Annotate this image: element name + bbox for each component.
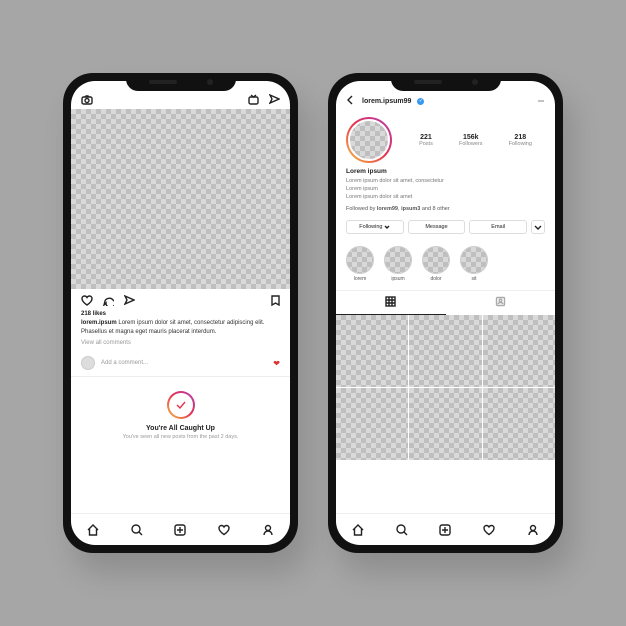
highlight-item[interactable]: ipsum <box>384 246 412 282</box>
profile-icon[interactable] <box>262 524 274 536</box>
phone-feed: 218 likes lorem.ipsum Lorem ipsum dolor … <box>63 73 298 553</box>
email-button[interactable]: Email <box>469 220 527 234</box>
bio-line: Lorem ipsum dolor sit amet <box>346 193 545 201</box>
following-button[interactable]: Following <box>346 220 404 234</box>
message-button[interactable]: Message <box>408 220 466 234</box>
phone-notch <box>126 73 236 91</box>
post-actions <box>71 289 290 308</box>
camera-icon[interactable] <box>81 95 93 105</box>
stat-following[interactable]: 218 Following <box>509 134 532 147</box>
activity-icon[interactable] <box>218 524 230 536</box>
add-post-icon[interactable] <box>174 524 186 536</box>
activity-icon[interactable] <box>483 524 495 536</box>
posts-grid <box>336 315 555 461</box>
verified-badge-icon <box>417 98 424 105</box>
profile-icon[interactable] <box>527 524 539 536</box>
add-comment-row[interactable]: Add a comment... ❤ <box>71 350 290 376</box>
suggest-button[interactable] <box>531 220 545 234</box>
more-icon[interactable]: ⋯ <box>538 98 545 105</box>
phone-notch <box>391 73 501 91</box>
grid-post[interactable] <box>336 388 408 460</box>
feed-screen: 218 likes lorem.ipsum Lorem ipsum dolor … <box>71 81 290 545</box>
phone-profile: lorem.ipsum99 ⋯ 221 Posts 156k Followers… <box>328 73 563 553</box>
caught-up-subtitle: You've seen all new posts from the past … <box>81 434 280 440</box>
bio-line: Lorem ipsum dolor sit amet, consectetur <box>346 177 545 185</box>
quick-heart-icon[interactable]: ❤ <box>273 359 280 368</box>
stat-followers[interactable]: 156k Followers <box>459 134 483 147</box>
bio-line: Lorem ipsum <box>346 185 545 193</box>
grid-post[interactable] <box>409 388 481 460</box>
post-body: 218 likes lorem.ipsum Lorem ipsum dolor … <box>71 308 290 350</box>
profile-header: 221 Posts 156k Followers 218 Following <box>336 109 555 167</box>
profile-tabs <box>336 290 555 315</box>
followed-by[interactable]: Followed by lorem99, ipsum3 and 8 other <box>336 202 555 216</box>
comment-avatar <box>81 356 95 370</box>
caught-up-check-icon <box>167 391 195 419</box>
send-icon[interactable] <box>269 94 280 105</box>
search-icon[interactable] <box>131 524 143 536</box>
grid-post[interactable] <box>409 315 481 387</box>
caught-up-title: You're All Caught Up <box>81 425 280 432</box>
stat-posts[interactable]: 221 Posts <box>419 134 433 147</box>
profile-username[interactable]: lorem.ipsum99 <box>362 98 411 105</box>
bottom-nav <box>336 513 555 545</box>
profile-bio: Lorem ipsum Lorem ipsum dolor sit amet, … <box>336 167 555 202</box>
add-comment-placeholder: Add a comment... <box>101 360 148 366</box>
profile-buttons: Following Message Email <box>336 216 555 238</box>
profile-avatar[interactable] <box>346 117 392 163</box>
bottom-nav <box>71 513 290 545</box>
add-post-icon[interactable] <box>439 524 451 536</box>
bio-name: Lorem ipsum <box>346 167 545 177</box>
highlight-item[interactable]: sit <box>460 246 488 282</box>
home-icon[interactable] <box>87 524 99 536</box>
tv-icon[interactable] <box>248 94 259 105</box>
profile-stats: 221 Posts 156k Followers 218 Following <box>406 134 545 147</box>
grid-post[interactable] <box>336 315 408 387</box>
share-icon[interactable] <box>124 295 135 306</box>
highlight-item[interactable]: lorem <box>346 246 374 282</box>
back-icon[interactable] <box>346 95 356 105</box>
profile-screen: lorem.ipsum99 ⋯ 221 Posts 156k Followers… <box>336 81 555 545</box>
home-icon[interactable] <box>352 524 364 536</box>
caption-username[interactable]: lorem.ipsum <box>81 320 117 326</box>
tab-tagged[interactable] <box>446 291 556 315</box>
caught-up-panel: You're All Caught Up You've seen all new… <box>71 376 290 450</box>
post-image[interactable] <box>71 109 290 289</box>
likes-count[interactable]: 218 likes <box>81 310 280 319</box>
view-all-comments[interactable]: View all comments <box>81 339 280 348</box>
grid-post[interactable] <box>483 315 555 387</box>
bookmark-icon[interactable] <box>271 295 280 306</box>
tab-grid[interactable] <box>336 291 446 315</box>
highlight-item[interactable]: dolor <box>422 246 450 282</box>
comment-icon[interactable] <box>103 295 114 306</box>
heart-icon[interactable] <box>81 295 93 306</box>
grid-post[interactable] <box>483 388 555 460</box>
search-icon[interactable] <box>396 524 408 536</box>
highlights-row: lorem ipsum dolor sit <box>336 238 555 290</box>
